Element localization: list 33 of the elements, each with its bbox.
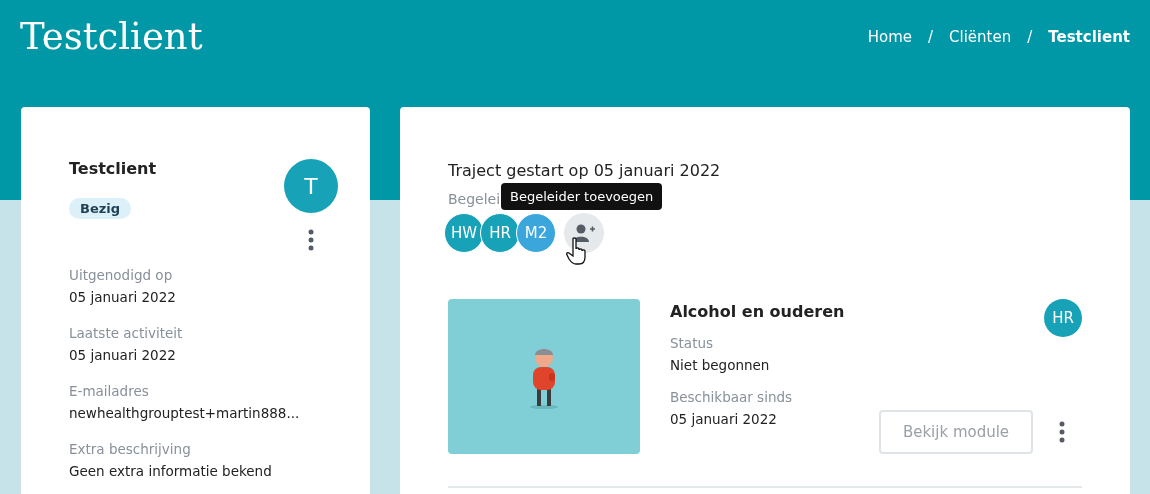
field-value: 05 januari 2022: [69, 346, 177, 365]
breadcrumb-link[interactable]: Home: [867, 28, 912, 46]
breadcrumb-link[interactable]: Testclient: [1048, 28, 1130, 46]
field-value: Niet begonnen: [670, 356, 771, 375]
breadcrumb-link[interactable]: Cliënten: [949, 28, 1012, 46]
field-label: Beschikbaar sinds: [670, 388, 794, 407]
more-icon[interactable]: [308, 229, 314, 251]
coach-avatar: HR: [1044, 299, 1082, 337]
field-value: Geen extra informatie bekend: [69, 462, 273, 481]
field-label: Status: [670, 334, 715, 353]
tooltip: Begeleider toevoegen: [501, 183, 663, 210]
field-label: Extra beschrijving: [69, 440, 192, 459]
field-value: 05 januari 2022: [670, 410, 778, 429]
field-value: newhealthgrouptest+martin888...: [69, 404, 301, 423]
client-name: Testclient: [69, 159, 157, 178]
coach-avatar: HR: [480, 213, 520, 253]
coach-avatar: M2: [516, 213, 556, 253]
field-value: 05 januari 2022: [69, 288, 177, 307]
field-label: E-mailadres: [69, 382, 150, 401]
breadcrumb-separator: /: [1027, 28, 1033, 46]
add-coach-button[interactable]: [564, 213, 604, 253]
coaches-label: Begelei: [448, 191, 501, 207]
status-badge: Bezig: [69, 198, 132, 219]
more-icon[interactable]: [1059, 421, 1065, 443]
coach-avatar: HW: [444, 213, 484, 253]
page-title: Testclient: [20, 14, 203, 60]
trajectory-title: Traject gestart op 05 januari 2022: [448, 160, 722, 182]
module-title: Alcohol en ouderen: [670, 302, 846, 321]
client-avatar: T: [284, 159, 338, 213]
field-label: Uitgenodigd op: [69, 266, 174, 285]
field-label: Laatste activiteit: [69, 324, 184, 343]
hand-cursor-icon: [566, 237, 588, 265]
breadcrumb-separator: /: [928, 28, 934, 46]
